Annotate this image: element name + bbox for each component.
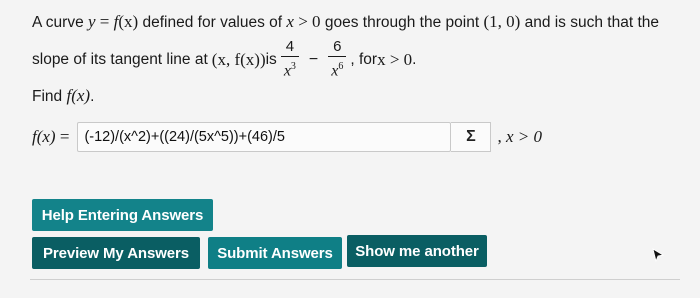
find-instruction: Find f(x).	[32, 86, 95, 105]
problem-text: .	[412, 50, 417, 68]
math-expression: y = f(x)	[88, 12, 139, 31]
problem-text: , for	[350, 50, 378, 68]
fraction-4-over-x3: 4 x3	[280, 38, 299, 81]
answer-row: f(x) = (-12)/(x^2)+((24)/(5x^5))+(46)/5 …	[32, 122, 542, 152]
math-expression: x > 0	[286, 12, 321, 31]
sigma-icon: Σ	[466, 128, 476, 145]
problem-line-1: A curve y = f(x) defined for values of x…	[32, 12, 659, 33]
problem-text: is	[265, 50, 277, 68]
submit-answers-button[interactable]: Submit Answers	[208, 237, 342, 269]
problem-text: A curve	[32, 14, 88, 31]
divider	[30, 279, 680, 280]
answer-label: f(x) =	[32, 127, 70, 146]
preview-answers-button[interactable]: Preview My Answers	[32, 237, 200, 269]
problem-text: and is such that the	[520, 14, 659, 31]
problem-text: goes through the point	[320, 14, 484, 31]
math-expression: x > 0	[377, 49, 413, 69]
help-entering-answers-button[interactable]: Help Entering Answers	[32, 199, 213, 231]
problem-text: defined for values of	[138, 14, 287, 31]
problem-text: slope of its tangent line at	[32, 50, 208, 68]
problem-line-2: slope of its tangent line at (x, f(x)) i…	[32, 38, 416, 81]
point-coordinates: (1, 0)	[483, 12, 521, 31]
math-expression: (x, f(x))	[211, 49, 266, 69]
fraction-6-over-x6: 6 x6	[328, 38, 347, 81]
answer-input[interactable]: (-12)/(x^2)+((24)/(5x^5))+(46)/5	[77, 122, 452, 152]
minus-sign: −	[308, 50, 319, 68]
domain-condition: , x > 0	[497, 127, 542, 146]
mouse-pointer-icon	[652, 248, 665, 262]
equation-editor-button[interactable]: Σ	[451, 122, 492, 152]
show-me-another-button[interactable]: Show me another	[347, 235, 487, 267]
